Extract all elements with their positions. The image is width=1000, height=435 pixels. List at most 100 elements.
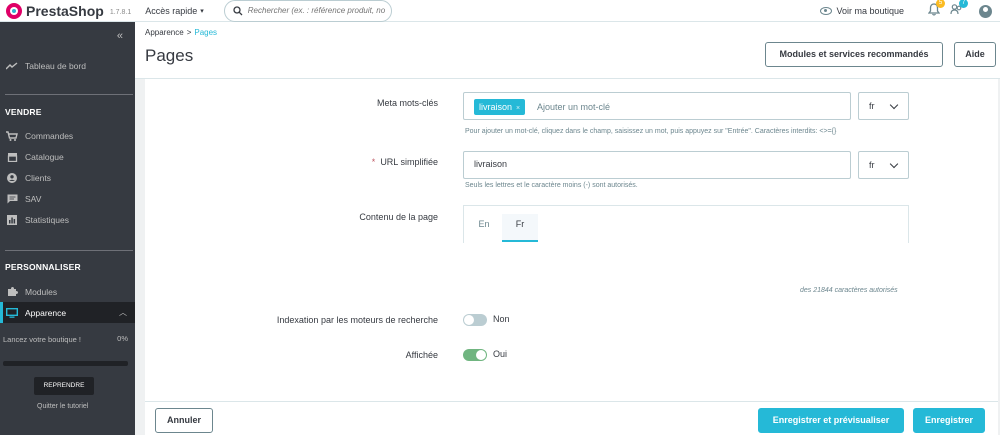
trending-up-icon (6, 61, 18, 71)
keyword-tag[interactable]: livraison × (474, 99, 526, 115)
help-button[interactable]: Aide (954, 42, 996, 67)
remove-tag-icon[interactable]: × (516, 105, 520, 112)
view-shop-link[interactable]: Voir ma boutique (820, 6, 904, 16)
orders-notification[interactable]: 5 (927, 0, 945, 19)
version-number: 1.7.8.1 (109, 8, 132, 16)
tutorial-text: Lancez votre boutique ! (3, 335, 81, 344)
sidebar-item-label: Modules (25, 286, 58, 297)
sidebar-item-label: SAV (25, 193, 42, 204)
section-title-sell: VENDRE (5, 107, 42, 117)
notification-badge: 5 (936, 0, 945, 8)
logo-text: PrestaShop (26, 2, 104, 19)
puzzle-icon (6, 287, 18, 297)
url-field[interactable]: livraison (463, 151, 851, 179)
url-value: livraison (474, 159, 508, 169)
chat-icon (6, 194, 18, 204)
sidebar-item-label: Catalogue (25, 151, 64, 162)
displayed-label: Affichée (405, 350, 438, 360)
puffin-logo-icon (6, 2, 22, 19)
sidebar-item-label: Commandes (25, 130, 74, 141)
page-title: Pages (145, 46, 194, 65)
form-footer: Annuler Enregistrer et prévisualiser Enr… (145, 401, 998, 435)
breadcrumb-parent[interactable]: Apparence (145, 28, 184, 37)
keyword-input[interactable]: Ajouter un mot-clé (537, 99, 610, 115)
sidebar-divider (5, 94, 133, 95)
url-label: * URL simplifiée (245, 157, 438, 167)
indexation-value: Non (493, 314, 510, 324)
keyword-hint: Pour ajouter un mot-clé, cliquez dans le… (465, 128, 837, 135)
eye-icon (820, 7, 833, 15)
messages-notification[interactable]: 7 (950, 0, 968, 19)
sidebar-item-catalog[interactable]: Catalogue (0, 146, 135, 167)
meta-keywords-field[interactable]: livraison × Ajouter un mot-clé (463, 92, 851, 120)
store-icon (6, 152, 18, 162)
breadcrumb-separator: > (186, 28, 192, 37)
chevron-down-icon (889, 100, 899, 110)
indexation-toggle[interactable] (463, 314, 487, 326)
tab-en[interactable]: En (466, 214, 502, 242)
top-bar: PrestaShop 1.7.8.1 Accès rapide ▾ Voir m… (0, 0, 1000, 22)
bar-chart-icon (6, 214, 18, 225)
language-value: fr (869, 160, 875, 170)
tutorial-progress-bar (3, 361, 128, 366)
sidebar-item-orders[interactable]: Commandes (0, 125, 135, 146)
chevron-down-icon (889, 159, 899, 169)
displayed-value: Oui (493, 349, 508, 359)
cart-icon (6, 130, 18, 141)
resume-button[interactable]: REPRENDRE (34, 377, 94, 395)
prestashop-logo[interactable]: PrestaShop 1.7.8.1 (6, 2, 132, 19)
quick-access-dropdown[interactable]: Accès rapide ▾ (145, 6, 204, 16)
messages-badge: 7 (959, 0, 968, 8)
desktop-icon (6, 307, 18, 318)
tutorial-percent: 0% (117, 334, 128, 343)
cancel-button[interactable]: Annuler (155, 408, 213, 433)
sidebar-item-dashboard[interactable]: Tableau de bord (0, 55, 135, 76)
sidebar: « Tableau de bord VENDRE Commandes Catal… (0, 22, 135, 435)
sidebar-item-label: Clients (25, 172, 51, 183)
sidebar-item-label: Statistiques (25, 214, 69, 225)
language-value: fr (869, 101, 875, 111)
sidebar-divider (5, 250, 133, 251)
content-label: Contenu de la page (359, 212, 438, 222)
sidebar-item-stats[interactable]: Statistiques (0, 209, 135, 230)
search-box[interactable] (223, 0, 392, 22)
meta-keywords-label: Meta mots-clés (376, 98, 438, 108)
search-input[interactable] (247, 6, 388, 15)
breadcrumb-current[interactable]: Pages (194, 28, 217, 37)
collapse-sidebar-icon[interactable]: « (117, 30, 123, 42)
caret-down-icon: ▾ (200, 7, 204, 15)
indexation-label: Indexation par les moteurs de recherche (276, 315, 438, 325)
keyword-tag-text: livraison (479, 102, 513, 112)
url-label-text: URL simplifiée (380, 157, 438, 167)
content-editor: En Fr (463, 205, 909, 243)
chevron-up-icon: ︿ (119, 308, 127, 317)
quick-access-label: Accès rapide (145, 5, 198, 16)
sidebar-item-support[interactable]: SAV (0, 188, 135, 209)
top-right-actions: Voir ma boutique 5 7 (820, 0, 992, 22)
save-button[interactable]: Enregistrer (913, 408, 985, 433)
account-circle-icon (6, 172, 18, 183)
required-asterisk: * (371, 157, 376, 167)
displayed-toggle[interactable] (463, 349, 487, 361)
sidebar-item-label: Apparence (25, 307, 67, 318)
account-icon[interactable] (979, 4, 992, 18)
page-header: Apparence > Pages Pages Modules et service… (135, 22, 1000, 79)
quit-tutorial-link[interactable]: Quitter le tutoriel (37, 403, 88, 410)
toggle-knob (476, 350, 486, 360)
recommended-modules-button[interactable]: Modules et services recommandés (765, 42, 943, 67)
sidebar-item-customers[interactable]: Clients (0, 167, 135, 188)
keyword-language-select[interactable]: fr (858, 92, 909, 120)
sidebar-item-appearance[interactable]: Apparence ︿ (0, 302, 135, 323)
character-counter: des 21844 caractères autorisés (800, 287, 898, 294)
section-title-customize: PERSONNALISER (5, 262, 81, 272)
breadcrumb: Apparence > Pages (145, 28, 217, 37)
search-icon (233, 5, 243, 15)
toggle-knob (464, 315, 474, 325)
page-form: Meta mots-clés livraison × Ajouter un mot… (145, 79, 998, 401)
sidebar-item-modules[interactable]: Modules (0, 281, 135, 302)
sidebar-item-label: Tableau de bord (25, 60, 86, 71)
view-shop-label: Voir ma boutique (836, 6, 904, 16)
url-language-select[interactable]: fr (858, 151, 909, 179)
save-preview-button[interactable]: Enregistrer et prévisualiser (758, 408, 904, 433)
tab-fr[interactable]: Fr (502, 214, 538, 242)
